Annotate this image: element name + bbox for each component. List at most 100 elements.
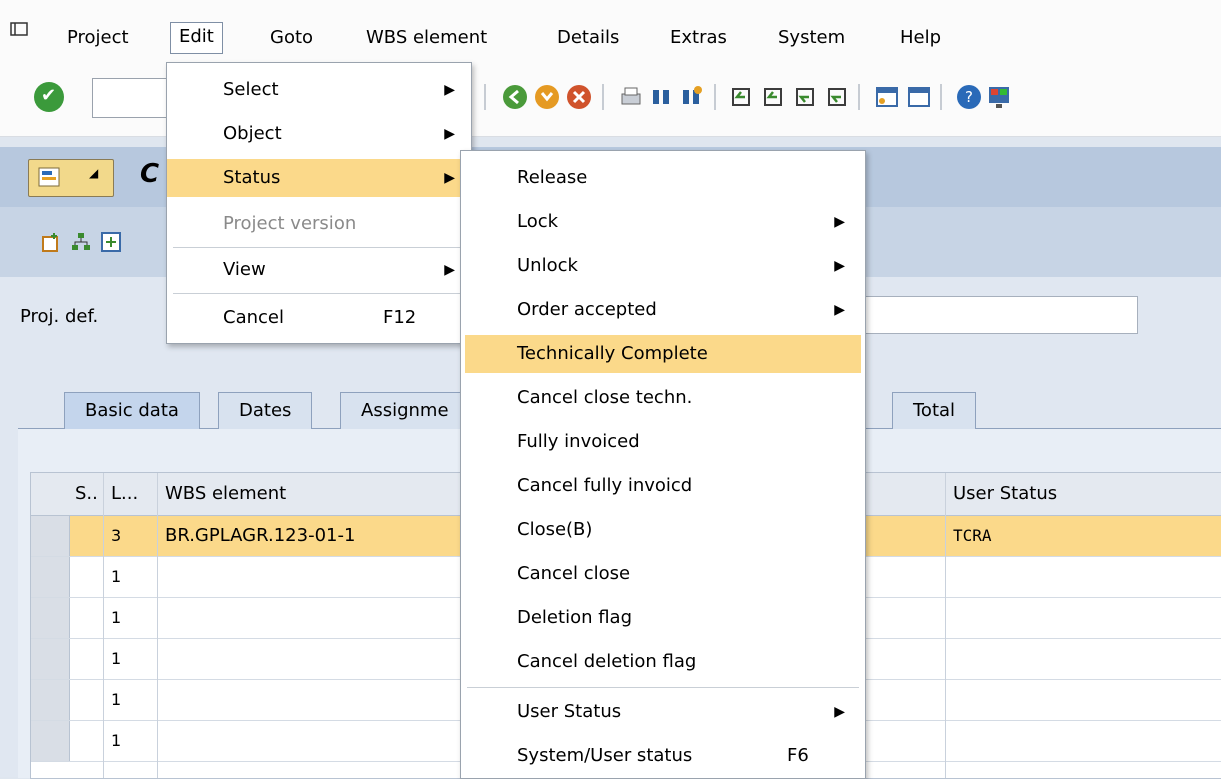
- status-submenu: Release Lock ▶ Unlock ▶ Order accepted ▶…: [460, 150, 866, 779]
- level-cell: 1: [111, 567, 122, 586]
- menu-system[interactable]: System: [778, 24, 845, 52]
- column-user-status[interactable]: User Status: [947, 473, 1213, 515]
- tab-total[interactable]: Total: [892, 392, 977, 429]
- last-page-icon[interactable]: [824, 84, 850, 110]
- row-selector[interactable]: [31, 680, 70, 720]
- submenu-arrow-icon: ▶: [834, 704, 845, 720]
- submenu-arrow-icon: ▶: [444, 170, 455, 186]
- menu-item-label: Order accepted: [517, 299, 657, 320]
- menu-item-select[interactable]: Select ▶: [167, 71, 471, 109]
- level-cell: 1: [111, 690, 122, 709]
- menu-item-cancel-close-techn[interactable]: Cancel close techn.: [461, 379, 861, 417]
- menu-item-label: Technically Complete: [517, 343, 708, 364]
- menu-item-user-status[interactable]: User Status ▶: [461, 693, 861, 731]
- level-cell: 3: [111, 526, 122, 545]
- row-selector[interactable]: [31, 516, 70, 556]
- menu-item-label: Lock: [517, 211, 559, 232]
- find-next-icon[interactable]: [678, 84, 704, 110]
- menu-item-technically-complete[interactable]: Technically Complete: [465, 335, 861, 373]
- tab-basic-data[interactable]: Basic data: [64, 392, 200, 429]
- menu-wbs-element[interactable]: WBS element: [366, 24, 487, 52]
- column-status[interactable]: S..: [69, 473, 105, 515]
- menu-item-system-user-status[interactable]: System/User status F6: [461, 737, 861, 775]
- column-wbs-element[interactable]: WBS element: [159, 473, 465, 515]
- menu-divider: [173, 293, 465, 294]
- menu-button[interactable]: ◢: [28, 159, 114, 197]
- menu-item-status[interactable]: Status ▶: [167, 159, 471, 197]
- menu-item-order-accepted[interactable]: Order accepted ▶: [461, 291, 861, 329]
- menu-item-label: Unlock: [517, 255, 578, 276]
- back-icon[interactable]: [502, 84, 528, 110]
- create-icon[interactable]: [40, 231, 62, 253]
- proj-def-label: Proj. def.: [20, 306, 99, 327]
- print-icon[interactable]: [618, 84, 644, 110]
- menu-item-label: Deletion flag: [517, 607, 633, 628]
- menu-goto[interactable]: Goto: [270, 24, 313, 52]
- row-selector[interactable]: [31, 557, 70, 597]
- command-field[interactable]: [92, 78, 174, 118]
- menu-details[interactable]: Details: [557, 24, 619, 52]
- menu-item-shortcut: F6: [787, 745, 809, 766]
- column-level[interactable]: L...: [105, 473, 161, 515]
- proj-def-description-field[interactable]: [830, 296, 1138, 334]
- menu-edit[interactable]: Edit: [170, 22, 223, 54]
- menu-extras[interactable]: Extras: [670, 24, 727, 52]
- menu-item-label: Cancel fully invoicd: [517, 475, 693, 496]
- menu-item-label: Cancel close techn.: [517, 387, 693, 408]
- system-menu-icon[interactable]: [10, 22, 28, 36]
- menu-project[interactable]: Project: [67, 24, 129, 52]
- menu-item-view[interactable]: View ▶: [167, 251, 471, 289]
- column-divider: [945, 473, 946, 778]
- exit-icon[interactable]: [534, 84, 560, 110]
- cancel-icon[interactable]: [566, 84, 592, 110]
- next-page-icon[interactable]: [792, 84, 818, 110]
- toolbar-separator: [484, 84, 486, 110]
- menu-icon: [38, 167, 60, 187]
- level-cell: 1: [111, 608, 122, 627]
- submenu-arrow-icon: ▶: [444, 82, 455, 98]
- menu-help[interactable]: Help: [900, 24, 941, 52]
- find-icon[interactable]: [648, 84, 674, 110]
- dropdown-arrow-icon: ◢: [89, 166, 99, 180]
- tab-assignments[interactable]: Assignme: [340, 392, 470, 429]
- hierarchy-icon[interactable]: [70, 231, 92, 253]
- submenu-arrow-icon: ▶: [834, 214, 845, 230]
- help-icon[interactable]: ?: [956, 84, 982, 110]
- customize-layout-icon[interactable]: [986, 84, 1012, 110]
- toolbar-separator: [858, 84, 860, 110]
- menu-item-project-version: Project version: [167, 205, 471, 243]
- menu-item-release[interactable]: Release: [461, 159, 861, 197]
- menu-item-cancel-fully-invoiced[interactable]: Cancel fully invoicd: [461, 467, 861, 505]
- menu-item-fully-invoiced[interactable]: Fully invoiced: [461, 423, 861, 461]
- menu-item-label: Close(B): [517, 519, 593, 540]
- submenu-arrow-icon: ▶: [444, 262, 455, 278]
- menu-item-cancel-close[interactable]: Cancel close: [461, 555, 861, 593]
- submenu-arrow-icon: ▶: [444, 126, 455, 142]
- menu-item-cancel[interactable]: Cancel F12: [167, 299, 471, 337]
- menu-item-label: Select: [223, 79, 279, 100]
- tab-dates[interactable]: Dates: [218, 392, 313, 429]
- menu-item-label: Fully invoiced: [517, 431, 640, 452]
- previous-page-icon[interactable]: [760, 84, 786, 110]
- menu-item-label: View: [223, 259, 266, 280]
- column-divider: [103, 473, 104, 778]
- svg-text:?: ?: [965, 88, 973, 106]
- menu-item-object[interactable]: Object ▶: [167, 115, 471, 153]
- menu-divider: [173, 247, 465, 248]
- menu-item-cancel-deletion-flag[interactable]: Cancel deletion flag: [461, 643, 861, 681]
- menu-item-label: System/User status: [517, 745, 693, 766]
- menu-item-close-b[interactable]: Close(B): [461, 511, 861, 549]
- menu-item-deletion-flag[interactable]: Deletion flag: [461, 599, 861, 637]
- row-selector[interactable]: [31, 721, 70, 761]
- row-selector[interactable]: [31, 639, 70, 679]
- menu-item-lock[interactable]: Lock ▶: [461, 203, 861, 241]
- toolbar-separator: [714, 84, 716, 110]
- shortcut-icon[interactable]: [906, 84, 932, 110]
- enter-icon[interactable]: [34, 82, 64, 112]
- expand-icon[interactable]: [100, 231, 122, 253]
- menu-item-unlock[interactable]: Unlock ▶: [461, 247, 861, 285]
- page-title: C: [140, 159, 160, 189]
- row-selector[interactable]: [31, 598, 70, 638]
- new-session-icon[interactable]: [874, 84, 900, 110]
- first-page-icon[interactable]: [728, 84, 754, 110]
